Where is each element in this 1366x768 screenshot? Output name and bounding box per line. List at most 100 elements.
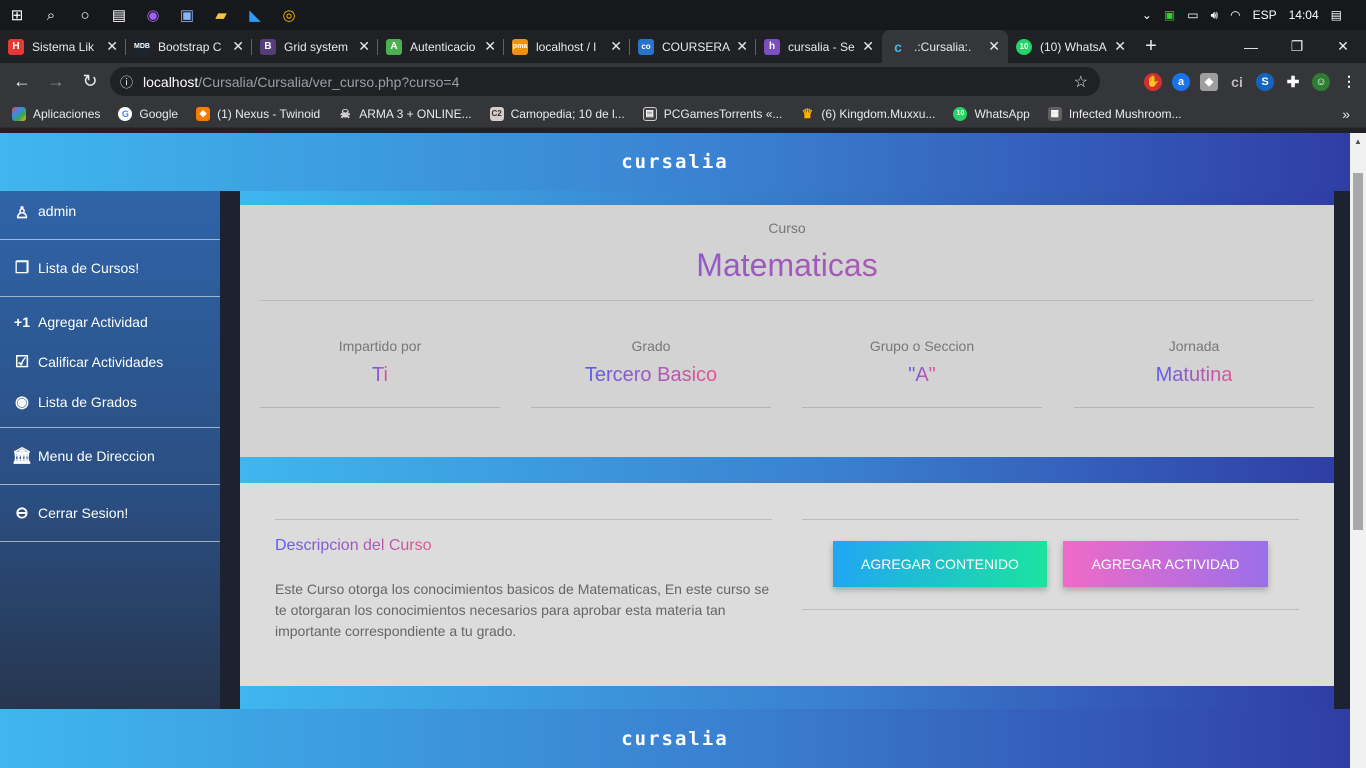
minimize-icon[interactable]: — (1228, 30, 1274, 63)
profile-avatar[interactable]: ☺ (1312, 72, 1330, 91)
tab-close-icon[interactable]: ✕ (1114, 38, 1126, 55)
tab-close-icon[interactable]: ✕ (484, 38, 496, 55)
bookmark-star-icon[interactable]: ☆ (1074, 72, 1088, 92)
tab-close-icon[interactable]: ✕ (736, 38, 748, 55)
cortana-icon[interactable]: ○ (68, 0, 102, 30)
sidebar-item-agregar-actividad[interactable]: +1 Agregar Actividad (0, 302, 220, 342)
remote-desktop-icon[interactable]: ▣ (170, 0, 204, 30)
sidebar-item-label: Lista de Cursos! (38, 260, 140, 276)
divider (275, 519, 772, 520)
tab-0[interactable]: H Sistema Lik ✕ (0, 30, 126, 63)
cube-extension-icon[interactable]: ◆ (1200, 72, 1218, 91)
site-logo[interactable]: cursalia (621, 151, 729, 173)
tray-app-icon[interactable]: ▣ (1164, 8, 1175, 22)
bookmark-label: Camopedia; 10 de l... (510, 106, 625, 121)
forward-arrow-icon[interactable]: → (40, 66, 72, 98)
bookmark-label: Google (139, 106, 179, 121)
bookmark-pcgames[interactable]: ▤ PCGamesTorrents «... (642, 106, 782, 121)
tab-favicon-icon: A (386, 38, 402, 55)
tab-title: cursalia - Se (788, 39, 855, 54)
battery-icon[interactable]: ▭ (1187, 8, 1198, 22)
bookmark-arma[interactable]: ☠ ARMA 3 + ONLINE... (338, 107, 472, 121)
add-activity-button[interactable]: AGREGAR ACTIVIDAD (1063, 541, 1268, 587)
info-value: Ti (372, 364, 388, 386)
vscode-icon[interactable]: ◣ (238, 0, 272, 30)
address-bar[interactable]: ⓘ localhost/Cursalia/Cursalia/ver_curso.… (110, 67, 1100, 96)
sidebar-item-lista-grados[interactable]: ◉ Lista de Grados (0, 382, 220, 422)
bookmarks-bar: Aplicaciones G Google ◆ (1) Nexus - Twinoi… (0, 100, 1366, 128)
sidebar-item-label: Agregar Actividad (38, 314, 148, 330)
scroll-up-arrow-icon[interactable]: ▲ (1354, 137, 1362, 146)
tab-close-icon[interactable]: ✕ (862, 38, 874, 55)
chrome-icon[interactable]: ◎ (272, 0, 306, 30)
tab-close-icon[interactable]: ✕ (358, 38, 370, 55)
tab-close-icon[interactable]: ✕ (610, 38, 622, 55)
tab-7-active[interactable]: c .:Cursalia:. ✕ (882, 30, 1008, 63)
sidebar-item-menu-direccion[interactable]: 🏛︎ Menu de Direccion (0, 428, 220, 485)
menu-kebab-icon[interactable]: ⋮ (1340, 73, 1358, 91)
tab-5[interactable]: co COURSERA ✕ (630, 30, 756, 63)
sidebar-item-lista-cursos[interactable]: ❐ Lista de Cursos! (0, 240, 220, 297)
clock[interactable]: 14:04 (1289, 8, 1319, 22)
file-explorer-icon[interactable]: ▰ (204, 0, 238, 30)
tab-title: Sistema Lik (32, 39, 95, 54)
bookmark-nexus[interactable]: ◆ (1) Nexus - Twinoid (196, 106, 321, 121)
sidebar-group-actividades: +1 Agregar Actividad ☑ Calificar Activid… (0, 297, 220, 428)
language-indicator[interactable]: ESP (1253, 8, 1277, 22)
sidebar-item-calificar[interactable]: ☑ Calificar Actividades (0, 342, 220, 382)
bookmark-label: (1) Nexus - Twinoid (217, 106, 321, 121)
add-content-button[interactable]: AGREGAR CONTENIDO (833, 541, 1047, 587)
url-path: /Cursalia/Cursalia/ver_curso.php?curso=4 (198, 73, 460, 90)
sidebar-item-user[interactable]: ♙ admin (0, 191, 220, 240)
sidebar-item-label: Lista de Grados (38, 394, 137, 410)
description-text: Este Curso otorga los conocimientos basi… (275, 581, 770, 639)
close-window-icon[interactable]: ✕ (1320, 30, 1366, 63)
scrollbar-thumb[interactable] (1353, 173, 1363, 530)
maximize-icon[interactable]: ❐ (1274, 30, 1320, 63)
tab-close-icon[interactable]: ✕ (106, 38, 118, 55)
new-tab-button[interactable]: + (1134, 30, 1168, 63)
info-icon[interactable]: ⓘ (120, 72, 133, 91)
s-extension-icon[interactable]: S (1256, 72, 1274, 91)
tab-favicon-icon: co (638, 38, 654, 55)
tab-3[interactable]: A Autenticacio ✕ (378, 30, 504, 63)
bookmark-apps[interactable]: Aplicaciones (12, 106, 100, 121)
footer-logo[interactable]: cursalia (621, 728, 729, 750)
bookmark-google[interactable]: G Google (118, 106, 179, 121)
tab-2[interactable]: B Grid system ✕ (252, 30, 378, 63)
page-scrollbar[interactable]: ▲ (1350, 133, 1366, 768)
reload-icon[interactable]: ↻ (74, 66, 106, 98)
tab-title: Bootstrap C (158, 39, 222, 54)
ci-extension-icon[interactable]: ci (1228, 73, 1246, 91)
bookmark-camopedia[interactable]: C2 Camopedia; 10 de l... (489, 106, 625, 121)
tray-chevron-icon[interactable]: ⌄ (1142, 8, 1152, 22)
notifications-icon[interactable]: ▤ (1331, 8, 1342, 22)
course-description-card: Descripcion del Curso Este Curso otorga … (240, 483, 1334, 686)
bookmark-infected[interactable]: ▦ Infected Mushroom... (1047, 106, 1182, 121)
info-label: Grupo o Seccion (869, 338, 975, 354)
bookmarks-overflow-icon[interactable]: » (1342, 106, 1350, 122)
back-arrow-icon[interactable]: ← (6, 66, 38, 98)
search-icon[interactable]: ⌕ (34, 0, 68, 30)
windows-start-icon[interactable]: ⊞ (0, 0, 34, 30)
tab-title: COURSERA (662, 39, 731, 54)
volume-icon[interactable]: 🔊︎ (1211, 8, 1219, 23)
wifi-icon[interactable]: ◠ (1230, 8, 1240, 22)
tor-browser-icon[interactable]: ◉ (136, 0, 170, 30)
tab-close-icon[interactable]: ✕ (232, 38, 244, 55)
sidebar-item-cerrar-sesion[interactable]: ⊖ Cerrar Sesion! (0, 485, 220, 542)
tab-1[interactable]: MDB Bootstrap C ✕ (126, 30, 252, 63)
library-books-icon: ❐ (14, 260, 30, 277)
a-extension-icon[interactable]: a (1172, 72, 1190, 91)
tab-close-icon[interactable]: ✕ (988, 38, 1000, 55)
adblock-extension-icon[interactable]: ✋ (1144, 72, 1162, 91)
info-value: Matutina (1155, 364, 1233, 386)
puzzle-extensions-icon[interactable]: ✚ (1284, 73, 1302, 91)
clipboard-check-icon: ☑ (14, 354, 30, 371)
tab-6[interactable]: h cursalia - Se ✕ (756, 30, 882, 63)
task-view-icon[interactable]: ▤ (102, 0, 136, 30)
tab-4[interactable]: pma localhost / l ✕ (504, 30, 630, 63)
bookmark-kingdom[interactable]: ♛ (6) Kingdom.Muxxu... (800, 106, 936, 121)
bookmark-whatsapp[interactable]: 10 WhatsApp (953, 106, 1030, 121)
tab-8[interactable]: 10 (10) WhatsA ✕ (1008, 30, 1134, 63)
